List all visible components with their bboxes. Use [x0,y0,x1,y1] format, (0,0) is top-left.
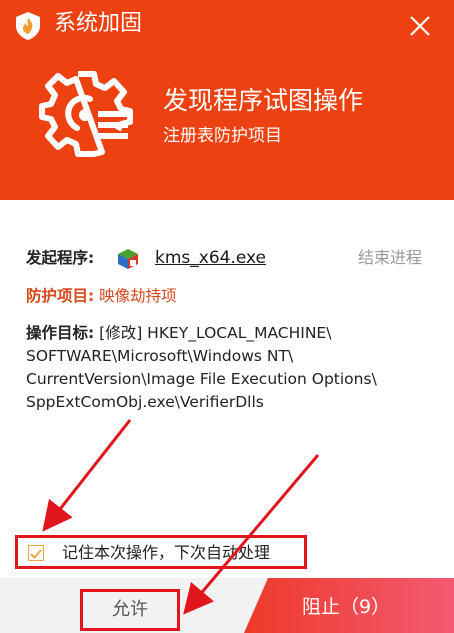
launcher-program-link[interactable]: kms_x64.exe [155,247,266,269]
shield-flame-icon [16,12,40,40]
end-process-link[interactable]: 结束进程 [358,247,422,269]
arrow-to-checkbox [42,419,132,532]
title-bar: 系统加固 [0,0,454,48]
target-label: 操作目标: [26,324,95,342]
remember-label: 记住本次操作，下次自动处理 [62,543,271,562]
protect-value: 映像劫持项 [99,287,177,305]
protect-label: 防护项目: [26,287,95,305]
checkmark-icon [30,549,42,559]
operation-target: 操作目标: [修改] HKEY_LOCAL_MACHINE\ SOFTWARE\… [26,322,436,414]
close-icon[interactable] [402,8,438,44]
target-line-3: CurrentVersion\Image File Execution Opti… [26,370,377,388]
window-title: 系统加固 [54,11,143,36]
alert-heading: 发现程序试图操作 [163,86,364,115]
target-line-4: SppExtComObj.exe\VerifierDlls [26,393,264,411]
alert-subheading: 注册表防护项目 [163,126,282,146]
target-line-1: 操作目标: [修改] HKEY_LOCAL_MACHINE\ [26,322,436,345]
remember-checkbox[interactable] [28,545,44,561]
target-line-2: SOFTWARE\Microsoft\Windows NT\ [26,347,294,365]
target-line-1-text: [修改] HKEY_LOCAL_MACHINE\ [99,324,332,342]
launcher-row: 发起程序: [26,247,94,269]
program-icon [118,249,138,269]
launcher-label: 发起程序: [26,249,95,267]
allow-button[interactable]: 允许 [80,589,180,631]
registry-gear-icon [39,71,133,157]
remember-choice[interactable]: 记住本次操作，下次自动处理 [15,535,307,569]
block-button[interactable]: 阻止（9） [302,594,390,620]
protect-row: 防护项目: 映像劫持项 [26,285,177,307]
